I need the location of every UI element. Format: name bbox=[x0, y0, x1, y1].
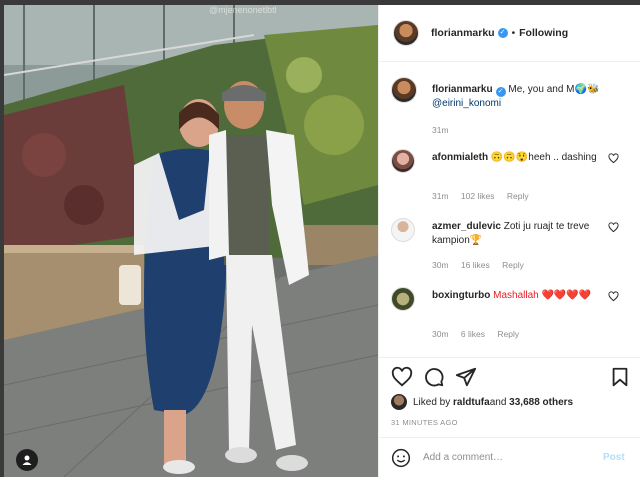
post-header: florianmarku ✓ • Following bbox=[379, 5, 640, 62]
comment-time: 30m bbox=[432, 329, 449, 339]
add-comment-bar: Add a comment… Post bbox=[379, 437, 640, 477]
comment-likes[interactable]: 102 likes bbox=[461, 191, 495, 201]
caption-text: Me, you and M bbox=[508, 84, 575, 95]
commenter-avatar[interactable] bbox=[391, 287, 415, 311]
caption-username[interactable]: florianmarku bbox=[432, 84, 493, 95]
photo-watermark: @mjenenonetlbtl bbox=[209, 5, 277, 15]
verified-badge-icon: ✓ bbox=[495, 87, 506, 97]
instagram-post-modal: @mjenenonetlbtl florianmarku ✓ • Followi… bbox=[0, 0, 640, 477]
comment-item: boxingturbo Mashallah ❤️❤️❤️❤️ 30m 6 lik… bbox=[391, 287, 631, 347]
save-bookmark-icon[interactable] bbox=[609, 366, 631, 388]
comments-list: florianmarku ✓ Me, you and M🌍🐝 @eirini_ko… bbox=[379, 63, 640, 363]
comment-likes[interactable]: 6 likes bbox=[461, 329, 485, 339]
header-separator: • bbox=[511, 27, 516, 39]
caption-mention-link[interactable]: @eirini_konomi bbox=[432, 98, 501, 109]
like-heart-icon[interactable] bbox=[391, 366, 413, 388]
comment-item: afonmialeth 🙃🙃😲heeh .. dashing 31m 102 l… bbox=[391, 149, 631, 209]
action-icon-row bbox=[391, 366, 631, 388]
post-timestamp: 31 MINUTES AGO bbox=[391, 418, 458, 427]
liker-avatar[interactable] bbox=[391, 394, 407, 410]
comment-like-heart-icon[interactable] bbox=[608, 222, 619, 233]
user-icon bbox=[22, 455, 32, 465]
caption-author-avatar[interactable] bbox=[391, 77, 417, 103]
post-side-panel: florianmarku ✓ • Following florianmarku ✓… bbox=[378, 5, 640, 477]
tagged-users-button[interactable] bbox=[16, 449, 38, 471]
commenter-avatar[interactable] bbox=[391, 149, 415, 173]
post-comment-button[interactable]: Post bbox=[603, 452, 625, 463]
comment-reply-button[interactable]: Reply bbox=[502, 260, 524, 270]
verified-badge-icon: ✓ bbox=[497, 28, 508, 38]
comment-item: azmer_dulevic Zoti ju ruajt te treve kam… bbox=[391, 218, 631, 278]
comment-likes[interactable]: 16 likes bbox=[461, 260, 490, 270]
comment-text: 🙃🙃😲heeh .. dashing bbox=[490, 152, 597, 163]
author-username[interactable]: florianmarku bbox=[431, 27, 495, 39]
post-actions: Liked by raldtufa and 33,688 others 31 M… bbox=[379, 357, 640, 447]
following-button[interactable]: Following bbox=[519, 27, 568, 39]
post-photo[interactable]: @mjenenonetlbtl bbox=[4, 5, 378, 477]
comment-username[interactable]: azmer_dulevic bbox=[432, 221, 501, 232]
caption-emojis: 🌍🐝 bbox=[574, 84, 600, 95]
commenter-avatar[interactable] bbox=[391, 218, 415, 242]
comment-text: Mashallah ❤️❤️❤️❤️ bbox=[493, 290, 592, 301]
liker-username[interactable]: raldtufa bbox=[453, 397, 490, 408]
likes-summary: Liked by raldtufa and 33,688 others bbox=[391, 394, 573, 410]
comment-username[interactable]: afonmialeth bbox=[432, 152, 488, 163]
likes-prefix: Liked by bbox=[413, 396, 451, 408]
emoji-smiley-icon[interactable] bbox=[391, 448, 411, 468]
comment-like-heart-icon[interactable] bbox=[608, 153, 619, 164]
likes-and: and bbox=[489, 396, 507, 408]
comment-username[interactable]: boxingturbo bbox=[432, 290, 490, 301]
likes-others-link[interactable]: 33,688 others bbox=[509, 397, 573, 408]
author-avatar[interactable] bbox=[393, 20, 419, 46]
share-paper-plane-icon[interactable] bbox=[455, 366, 477, 388]
add-comment-input[interactable]: Add a comment… bbox=[423, 452, 593, 463]
comment-bubble-icon[interactable] bbox=[423, 366, 445, 388]
comment-time: 31m bbox=[432, 191, 449, 201]
comment-reply-button[interactable]: Reply bbox=[507, 191, 529, 201]
caption-time: 31m bbox=[432, 125, 449, 135]
photo-illustration bbox=[4, 5, 378, 477]
comment-reply-button[interactable]: Reply bbox=[497, 329, 519, 339]
comment-like-heart-icon[interactable] bbox=[608, 291, 619, 302]
caption: florianmarku ✓ Me, you and M🌍🐝 @eirini_ko… bbox=[391, 77, 631, 137]
comment-time: 30m bbox=[432, 260, 449, 270]
